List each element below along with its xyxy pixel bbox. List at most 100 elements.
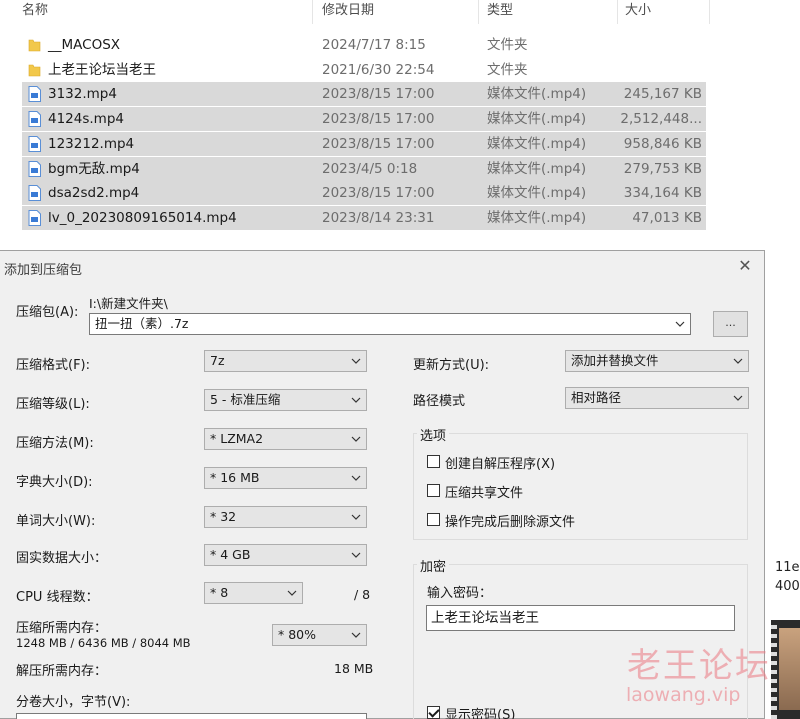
column-separator[interactable] [709,0,710,24]
path-mode-value: 相对路径 [571,390,622,405]
decompress-memory-value: 18 MB [334,661,374,676]
column-separator[interactable] [617,0,618,24]
encryption-group-title: 加密 [417,556,450,575]
file-row[interactable]: dsa2sd2.mp4 2023/8/15 17:00 媒体文件(.mp4) 3… [22,181,706,205]
path-mode-select[interactable]: 相对路径 [565,387,749,409]
shared-files-checkbox-label[interactable]: 压缩共享文件 [445,482,523,501]
file-row[interactable]: lv_0_20230809165014.mp4 2023/8/14 23:31 … [22,206,706,230]
background-window-text: 11e [775,560,800,575]
folder-icon [28,64,41,77]
chevron-down-icon [351,475,361,481]
file-type: 媒体文件(.mp4) [487,185,587,201]
file-date: 2021/6/30 22:54 [322,62,435,78]
sfx-checkbox[interactable] [427,455,440,468]
level-value: 5 - 标准压缩 [210,392,281,407]
chevron-down-icon [351,552,361,558]
file-row[interactable]: bgm无敌.mp4 2023/4/5 0:18 媒体文件(.mp4) 279,7… [22,157,706,181]
file-size: 279,753 KB [623,161,702,177]
format-select[interactable]: 7z [204,350,367,372]
column-header-name[interactable]: 名称 [22,0,48,24]
file-date: 2023/8/15 17:00 [322,86,435,102]
decompress-memory-label: 解压所需内存： [16,664,108,679]
column-header-size[interactable]: 大小 [625,0,651,24]
file-type: 媒体文件(.mp4) [487,111,587,127]
chevron-down-icon [351,358,361,364]
delete-after-checkbox[interactable] [427,513,440,526]
file-row[interactable]: 123212.mp4 2023/8/15 17:00 媒体文件(.mp4) 95… [22,132,706,156]
update-mode-value: 添加并替换文件 [571,353,659,368]
file-size: 245,167 KB [623,86,702,102]
file-size: 958,846 KB [623,136,702,152]
column-header-date[interactable]: 修改日期 [322,0,374,24]
word-size-select[interactable]: * 32 [204,506,367,528]
archive-name-combobox[interactable]: 扭一扭（素）.7z [89,313,691,335]
file-size: 334,164 KB [623,185,702,201]
file-type: 媒体文件(.mp4) [487,136,587,152]
chevron-down-icon [675,321,685,327]
password-label: 输入密码： [427,586,493,601]
archive-label: 压缩包(A): [16,305,79,320]
format-label: 压缩格式(F): [16,358,91,373]
file-size: 47,013 KB [632,210,702,226]
volume-size-combobox[interactable] [16,713,367,719]
chevron-down-icon [287,590,297,596]
archive-path: I:\新建文件夹\ [89,296,168,311]
dialog-title: 添加到压缩包 [4,263,83,278]
shared-files-checkbox[interactable] [427,484,440,497]
file-name: 上老王论坛当老王 [48,62,156,78]
column-separator[interactable] [312,0,313,24]
format-value: 7z [210,353,225,368]
method-value: * LZMA2 [210,431,264,446]
file-name: __MACOSX [48,37,121,53]
cpu-threads-value: * 8 [210,585,229,600]
cpu-threads-select[interactable]: * 8 [204,582,303,604]
sfx-checkbox-label[interactable]: 创建自解压程序(X) [445,453,555,472]
file-date: 2024/7/17 8:15 [322,37,426,53]
dictionary-select[interactable]: * 16 MB [204,467,367,489]
site-watermark: 老王论坛 laowang.vip [600,632,800,719]
close-icon[interactable]: ✕ [736,257,754,275]
memory-usage-select[interactable]: * 80% [272,624,367,646]
column-separator[interactable] [478,0,479,24]
password-input[interactable]: 上老王论坛当老王 [426,605,735,631]
file-date: 2023/8/15 17:00 [322,185,435,201]
file-name: 3132.mp4 [48,86,117,102]
file-name: bgm无敌.mp4 [48,161,140,177]
file-row[interactable]: 3132.mp4 2023/8/15 17:00 媒体文件(.mp4) 245,… [22,82,706,106]
chevron-down-icon [351,514,361,520]
update-mode-label: 更新方式(U): [413,358,490,373]
file-row[interactable]: 上老王论坛当老王 2021/6/30 22:54 文件夹 [22,58,706,82]
chevron-down-icon [733,395,743,401]
video-file-icon [28,161,41,177]
file-size: 2,512,448... [620,111,702,127]
word-size-value: * 32 [210,509,237,524]
folder-icon [28,39,41,52]
column-header-type[interactable]: 类型 [487,0,513,24]
cpu-threads-max: / 8 [354,587,371,602]
method-select[interactable]: * LZMA2 [204,428,367,450]
video-file-icon [28,111,41,127]
volume-size-label: 分卷大小，字节(V): [16,695,131,710]
video-file-icon [28,210,41,226]
watermark-url: laowang.vip [626,684,741,706]
level-label: 压缩等级(L): [16,397,90,412]
show-password-label[interactable]: 显示密码(S) [445,704,515,719]
file-name: 123212.mp4 [48,136,135,152]
solid-block-select[interactable]: * 4 GB [204,544,367,566]
options-group-title: 选项 [417,425,450,444]
video-file-icon [28,136,41,152]
browse-button[interactable]: ... [713,311,748,337]
update-mode-select[interactable]: 添加并替换文件 [565,350,749,372]
delete-after-checkbox-label[interactable]: 操作完成后删除源文件 [445,511,575,530]
background-window-text: 400 [775,579,800,594]
show-password-checkbox[interactable] [427,706,440,719]
file-date: 2023/8/14 23:31 [322,210,435,226]
file-row[interactable]: 4124s.mp4 2023/8/15 17:00 媒体文件(.mp4) 2,5… [22,107,706,131]
chevron-down-icon [351,436,361,442]
level-select[interactable]: 5 - 标准压缩 [204,389,367,411]
file-explorer: 名称 修改日期 类型 大小 __MACOSX 2024/7/17 8:15 文件… [0,0,800,250]
path-mode-label: 路径模式 [413,394,466,409]
dictionary-value: * 16 MB [210,470,260,485]
file-row[interactable]: __MACOSX 2024/7/17 8:15 文件夹 [22,33,706,57]
file-type: 媒体文件(.mp4) [487,161,587,177]
